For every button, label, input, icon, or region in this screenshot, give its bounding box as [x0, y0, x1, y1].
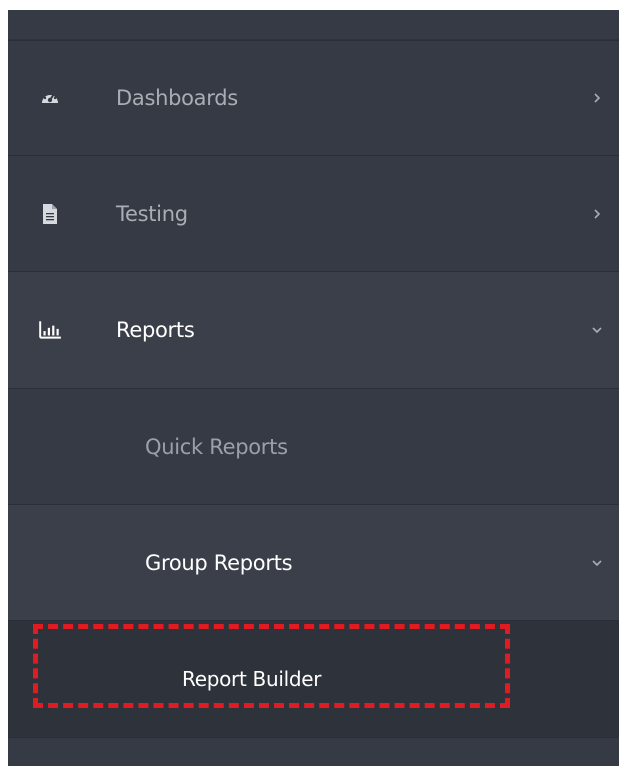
document-icon	[43, 203, 57, 224]
chevron-down-icon	[592, 559, 602, 566]
chevron-down-icon	[592, 327, 602, 334]
sidebar-subitem-quick-reports[interactable]: Quick Reports	[8, 388, 619, 504]
sidebar-item-testing[interactable]: Testing	[8, 155, 619, 271]
sidebar-subitem-label: Group Reports	[145, 550, 293, 575]
highlight-annotation-box	[33, 624, 510, 708]
dashboard-gauge-icon	[42, 92, 58, 103]
sidebar-item-reports[interactable]: Reports	[8, 271, 619, 388]
chevron-right-icon	[594, 208, 601, 219]
sidebar-item-dashboards[interactable]: Dashboards	[8, 40, 619, 155]
sidebar-item-label: Reports	[116, 318, 195, 342]
sidebar-subitem-label: Quick Reports	[145, 434, 288, 459]
sidebar-bottom-strip	[8, 737, 619, 766]
bar-chart-icon	[39, 321, 61, 339]
sidebar-item-label: Dashboards	[116, 86, 238, 110]
sidebar-item-label: Testing	[116, 201, 188, 226]
sidebar-subitem-group-reports[interactable]: Group Reports	[8, 504, 619, 620]
sidebar-top-strip	[8, 10, 619, 40]
chevron-right-icon	[594, 93, 601, 103]
